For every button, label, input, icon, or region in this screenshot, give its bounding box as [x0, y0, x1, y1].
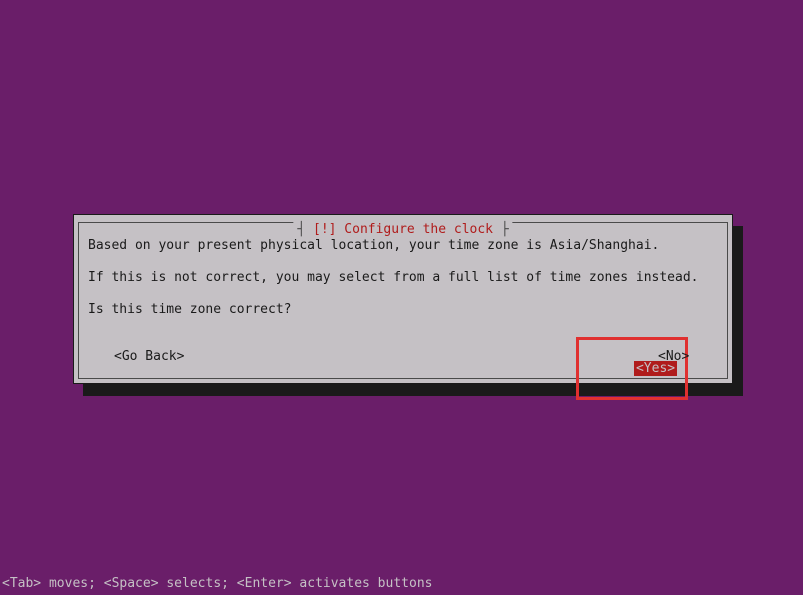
content-line-3: Is this time zone correct? [88, 301, 718, 319]
no-button[interactable]: <No> [658, 349, 689, 364]
go-back-button[interactable]: <Go Back> [114, 349, 184, 364]
yes-button-highlight: <Yes> [576, 337, 688, 400]
footer-hint: <Tab> moves; <Space> selects; <Enter> ac… [2, 576, 432, 591]
configure-clock-dialog: ┤ [!] Configure the clock ├ Based on you… [73, 214, 733, 384]
button-row: <Go Back> <Yes> <No> [88, 347, 718, 369]
content-line-1: Based on your present physical location,… [88, 237, 718, 255]
dialog-title: ┤ [!] Configure the clock ├ [293, 222, 512, 237]
content-line-2: If this is not correct, you may select f… [88, 269, 718, 287]
dialog-title-text: [!] Configure the clock [313, 222, 493, 237]
dialog-content: Based on your present physical location,… [88, 237, 718, 334]
